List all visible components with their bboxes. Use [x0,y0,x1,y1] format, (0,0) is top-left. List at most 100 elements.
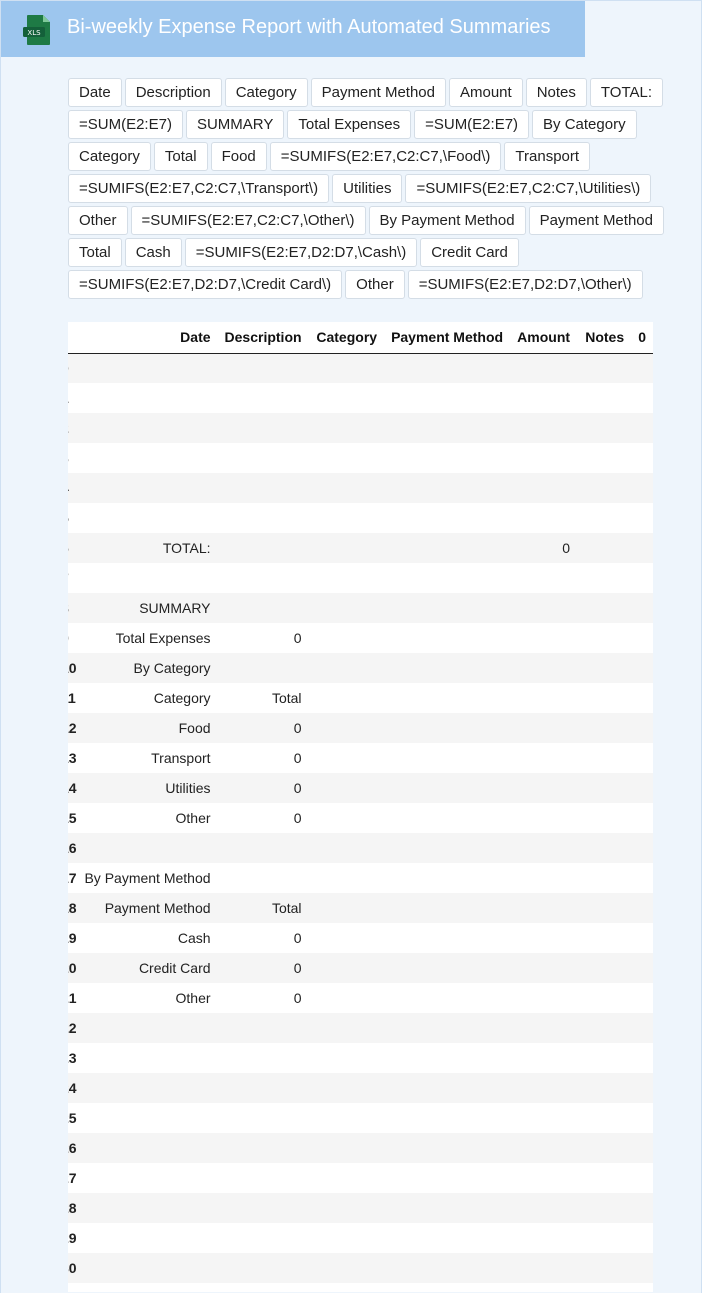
table-cell[interactable] [77,1103,218,1133]
table-cell[interactable] [631,1103,653,1133]
table-cell[interactable] [309,743,385,773]
table-cell[interactable] [309,1163,385,1193]
table-cell[interactable] [384,983,510,1013]
column-chip[interactable]: TOTAL: [589,78,664,107]
table-cell[interactable] [631,443,653,473]
table-cell[interactable] [218,383,309,413]
table-cell[interactable]: 0 [218,953,309,983]
column-chip[interactable]: Category [224,78,308,107]
column-chip[interactable]: By Payment Method [368,206,526,235]
table-cell[interactable] [218,353,309,383]
table-cell[interactable] [309,1283,385,1292]
table-cell[interactable] [577,533,631,563]
table-cell[interactable] [510,1283,577,1292]
table-cell[interactable] [577,1163,631,1193]
table-cell[interactable] [77,413,218,443]
table-cell[interactable] [631,1223,653,1253]
table-cell[interactable] [510,1253,577,1283]
column-chip[interactable]: Description [124,78,222,107]
table-cell[interactable] [309,383,385,413]
table-cell[interactable] [384,863,510,893]
table-cell[interactable] [309,713,385,743]
table-cell[interactable] [384,383,510,413]
table-cell[interactable]: Other [77,983,218,1013]
table-cell[interactable] [577,593,631,623]
table-cell[interactable] [77,1043,218,1073]
table-cell[interactable] [218,1133,309,1163]
table-cell[interactable] [631,1043,653,1073]
table-cell[interactable] [510,593,577,623]
table-cell[interactable] [577,713,631,743]
table-cell[interactable] [510,743,577,773]
table-cell[interactable]: Other [77,803,218,833]
table-cell[interactable] [631,503,653,533]
column-chip[interactable]: =SUM(E2:E7) [414,110,530,139]
table-cell[interactable] [384,743,510,773]
table-cell[interactable]: 0 [218,983,309,1013]
table-cell[interactable] [631,1133,653,1163]
table-cell[interactable] [309,503,385,533]
table-cell[interactable] [631,863,653,893]
table-cell[interactable] [631,743,653,773]
table-cell[interactable]: Category [77,683,218,713]
table-cell[interactable] [384,413,510,443]
table-cell[interactable]: 0 [218,803,309,833]
table-cell[interactable]: 0 [218,623,309,653]
table-cell[interactable] [631,1283,653,1292]
table-cell[interactable] [577,1073,631,1103]
table-cell[interactable] [510,893,577,923]
table-cell[interactable] [77,1253,218,1283]
table-cell[interactable] [77,1013,218,1043]
table-cell[interactable]: Total Expenses [77,623,218,653]
table-cell[interactable] [77,383,218,413]
table-cell[interactable] [510,683,577,713]
column-chip[interactable]: Payment Method [310,78,446,107]
table-cell[interactable] [510,503,577,533]
table-cell[interactable] [309,1013,385,1043]
table-cell[interactable] [510,1223,577,1253]
table-cell[interactable] [631,413,653,443]
table-cell[interactable] [218,653,309,683]
table-cell[interactable] [577,473,631,503]
table-cell[interactable] [309,1103,385,1133]
table-cell[interactable] [577,773,631,803]
table-cell[interactable]: 0 [218,923,309,953]
table-cell[interactable] [77,1163,218,1193]
table-cell[interactable] [384,923,510,953]
table-cell[interactable] [77,1193,218,1223]
column-chip[interactable]: SUMMARY [185,110,285,139]
table-cell[interactable] [384,953,510,983]
table-cell[interactable] [384,533,510,563]
table-cell[interactable] [631,353,653,383]
table-cell[interactable] [577,503,631,533]
table-cell[interactable] [510,953,577,983]
table-cell[interactable] [631,1073,653,1103]
table-cell[interactable] [309,803,385,833]
column-chip[interactable]: Other [345,270,405,299]
table-cell[interactable] [384,1253,510,1283]
table-cell[interactable] [510,353,577,383]
table-cell[interactable] [309,893,385,923]
table-cell[interactable] [309,443,385,473]
table-cell[interactable] [577,803,631,833]
table-cell[interactable] [218,1013,309,1043]
table-cell[interactable]: Total [218,683,309,713]
column-chip[interactable]: =SUMIFS(E2:E7,D2:D7,\Cash\) [184,238,418,267]
table-cell[interactable]: Credit Card [77,953,218,983]
table-cell[interactable] [384,773,510,803]
table-cell[interactable]: Cash [77,923,218,953]
table-cell[interactable] [631,383,653,413]
column-chip[interactable]: Transport [504,142,591,171]
table-cell[interactable] [577,1043,631,1073]
table-cell[interactable] [577,1223,631,1253]
table-cell[interactable] [218,1193,309,1223]
column-header[interactable]: Payment Method [384,322,511,354]
table-cell[interactable] [631,593,653,623]
table-cell[interactable]: Utilities [77,773,218,803]
table-cell[interactable]: Total [218,893,309,923]
table-cell[interactable] [384,593,510,623]
table-cell[interactable] [384,1043,510,1073]
table-cell[interactable] [577,1193,631,1223]
table-cell[interactable] [577,893,631,923]
table-cell[interactable] [510,443,577,473]
